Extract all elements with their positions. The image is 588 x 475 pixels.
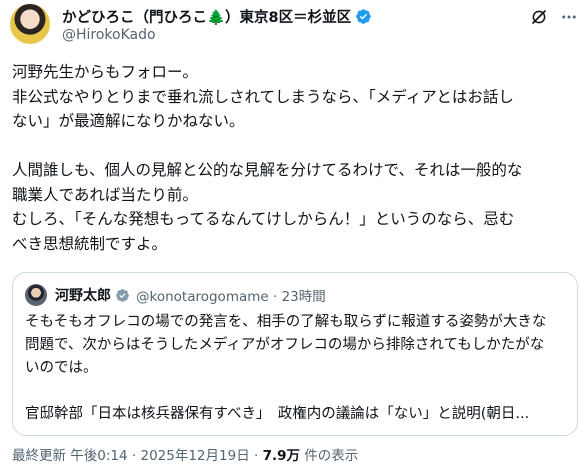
verified-badge-icon xyxy=(116,288,129,302)
tweet-line: 人間誰しも、個人の見解と公的な見解を分けてるわけで、それは一般的な xyxy=(12,161,523,179)
author-handle[interactable]: @HirokoKado xyxy=(62,27,156,43)
tweet-line: ない」が最適解になりかねない。 xyxy=(12,112,245,130)
quoted-line: そもそもオフレコの場での発言を、相手の了解も取らずに報道する姿勢が大きな xyxy=(25,314,547,330)
tweet-header: かどひろこ（門ひろこ🌲）東京8区＝杉並区 @HirokoKado xyxy=(0,0,588,56)
tweet-line: べき思想統制ですよ。 xyxy=(12,234,168,253)
tweet-meta: 最終更新 午後0:14 · 2025年12月19日 · 7.9万 件の表示 xyxy=(12,444,358,464)
view-count: 7.9万 xyxy=(262,448,300,464)
tweet-line: 職業人であれば当たり前。 xyxy=(12,185,198,204)
verified-badge-icon xyxy=(356,8,371,24)
more-icon[interactable] xyxy=(558,6,580,28)
quoted-tweet-card[interactable]: 河野太郎 @konotarogomame · 23時間 そもそもオフレコの場での… xyxy=(12,272,578,436)
tweet-line: むしろ、「そんな発想もってるなんてけしからん！」というのなら、忌む xyxy=(12,210,515,228)
quoted-line: 問題で、次からはそうしたメディアがオフレコの場から排除されてもしかたがな xyxy=(25,337,545,353)
view-count-label: 件の表示 xyxy=(300,448,359,464)
grok-icon[interactable] xyxy=(528,6,550,28)
author-avatar[interactable] xyxy=(10,4,50,44)
quoted-line: 官邸幹部「日本は核兵器保有すべき」 政権内の議論は「ない」と説明(朝日... xyxy=(25,406,530,422)
quoted-handle-time: @konotarogomame · 23時間 xyxy=(136,289,326,305)
quoted-author-name: 河野太郎 xyxy=(55,288,111,304)
author-name[interactable]: かどひろこ（門ひろこ🌲）東京8区＝杉並区 xyxy=(62,6,351,27)
tweet-text: 河野先生からもフォロー。 非公式なやりとりまで垂れ流しされてしまうなら、「メディ… xyxy=(12,60,578,256)
author-name-row[interactable]: かどひろこ（門ひろこ🌲）東京8区＝杉並区 xyxy=(62,6,372,26)
updated-timestamp[interactable]: 最終更新 午後0:14 · 2025年12月19日 · xyxy=(12,448,263,464)
quoted-tweet-text: そもそもオフレコの場での発言を、相手の了解も取らずに報道する姿勢が大きな 問題で… xyxy=(25,311,573,426)
quoted-tweet-header: 河野太郎 @konotarogomame · 23時間 xyxy=(25,283,326,307)
tweet-line: 河野先生からもフォロー。 xyxy=(12,63,198,81)
quoted-line: いのでは。 xyxy=(25,360,98,376)
tweet-line: 非公式なやりとりまで垂れ流しされてしまうなら、「メディアとはお話し xyxy=(12,87,514,106)
quoted-author-avatar xyxy=(25,284,47,306)
